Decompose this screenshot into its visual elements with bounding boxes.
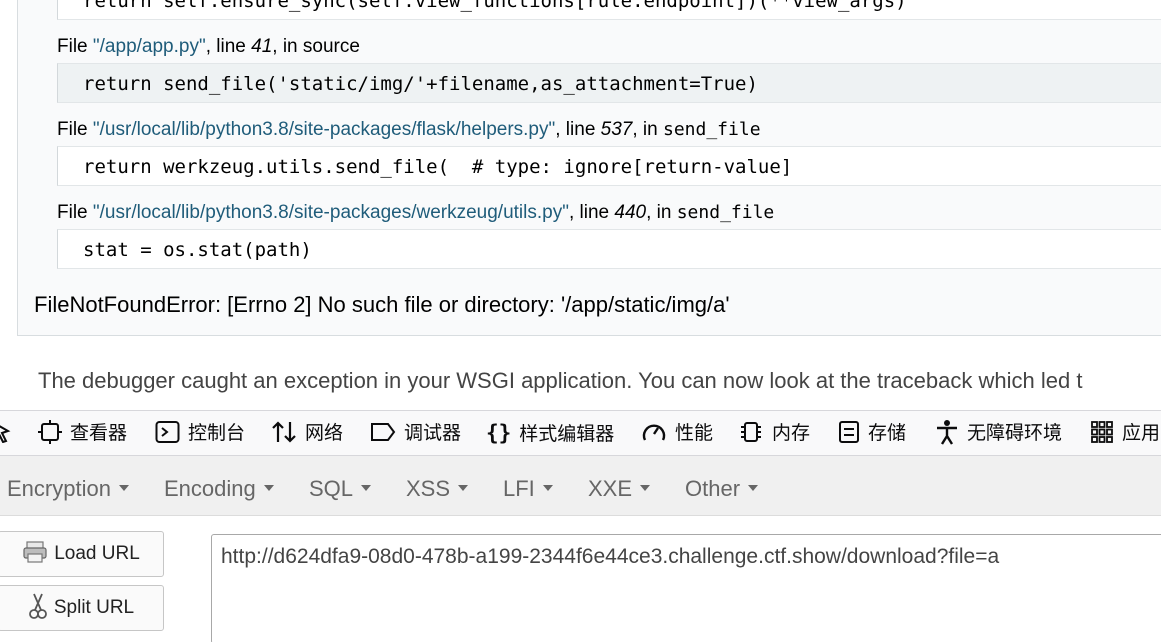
frame-function: send_file: [676, 202, 775, 223]
storage-icon: [839, 420, 859, 443]
frame-function: send_file: [663, 119, 761, 140]
frame-lineno: 440: [614, 202, 647, 223]
menu-label: LFI: [503, 476, 535, 501]
line-label: , line: [555, 119, 601, 140]
line-label: , line: [568, 202, 615, 223]
network-icon: [272, 420, 296, 443]
tab-accessibility[interactable]: 无障碍环境: [935, 411, 1062, 455]
menu-label: XXE: [588, 476, 633, 501]
hackbar-body: Load URL Split URL http://d624dfa9-08d0-…: [0, 516, 1161, 642]
frame-lineno: 41: [251, 36, 273, 57]
debugger-icon: [371, 422, 396, 441]
hackbar-menu: Encryption Encoding SQL XSS LFI XXE Othe…: [0, 456, 1161, 516]
tab-memory[interactable]: 内存: [738, 411, 810, 455]
tab-label: 存储: [868, 422, 907, 444]
menu-label: SQL: [309, 476, 354, 501]
caret-down-icon: [458, 485, 469, 492]
code-line-flask-helpers[interactable]: return werkzeug.utils.send_file( # type:…: [57, 146, 1161, 186]
code-line-werkzeug-utils[interactable]: stat = os.stat(path): [57, 229, 1161, 269]
console-icon: [155, 420, 180, 443]
caret-down-icon: [542, 485, 553, 492]
frame-header-app: File "/app/app.py", line 41, in source: [57, 36, 360, 58]
tab-label: 调试器: [404, 422, 462, 444]
tab-storage[interactable]: 存储: [838, 411, 906, 455]
exception-message: FileNotFoundError: [Errno 2] No such fil…: [34, 292, 730, 317]
menu-label: Encryption: [7, 476, 111, 501]
load-url-icon: [23, 541, 47, 563]
caret-down-icon: [263, 485, 274, 492]
menu-encryption[interactable]: Encryption: [7, 456, 129, 516]
button-label: Load URL: [54, 543, 140, 564]
menu-encoding[interactable]: Encoding: [164, 456, 274, 516]
devtools-toolbar: 查看器 控制台 网络 调试器 {} 样式编辑器 性能 内存 存储 无障碍环境 应用: [0, 410, 1161, 456]
tab-label: 无障碍环境: [967, 422, 1063, 444]
frame-path[interactable]: "/usr/local/lib/python3.8/site-packages/…: [93, 119, 555, 140]
application-icon: [1091, 420, 1113, 443]
code-line-app[interactable]: return send_file('static/img/'+filename,…: [57, 63, 1161, 103]
tab-console[interactable]: 控制台: [155, 411, 245, 455]
line-label: , line: [205, 36, 252, 57]
in-label: , in: [632, 119, 663, 140]
url-textarea[interactable]: http://d624dfa9-08d0-478b-a199-2344f6e44…: [211, 534, 1161, 642]
tab-label: 查看器: [70, 422, 128, 444]
tab-inspector[interactable]: 查看器: [38, 411, 127, 455]
debugger-explanation: The debugger caught an exception in your…: [38, 368, 1083, 393]
menu-label: Encoding: [164, 476, 256, 501]
split-url-button[interactable]: Split URL: [0, 585, 164, 631]
tab-network[interactable]: 网络: [271, 411, 343, 455]
menu-sql[interactable]: SQL: [309, 456, 372, 516]
style-editor-icon: {}: [486, 421, 512, 445]
tab-label: 性能: [675, 422, 714, 444]
tab-style-editor[interactable]: {} 样式编辑器: [486, 411, 614, 455]
file-label: File: [57, 119, 93, 140]
frame-header-flask-helpers: File "/usr/local/lib/python3.8/site-pack…: [57, 119, 761, 141]
scissors-icon: [28, 593, 47, 619]
file-label: File: [57, 202, 93, 223]
menu-label: Other: [685, 476, 741, 501]
tab-application[interactable]: 应用: [1090, 411, 1160, 455]
menu-xxe[interactable]: XXE: [588, 456, 651, 516]
frame-header-werkzeug-utils: File "/usr/local/lib/python3.8/site-pack…: [57, 202, 774, 224]
in-label: , in: [646, 202, 677, 223]
frame-function: source: [302, 36, 360, 57]
frame-path[interactable]: "/app/app.py": [93, 36, 206, 57]
caret-down-icon: [640, 485, 651, 492]
accessibility-icon: [937, 419, 957, 445]
caret-down-icon: [748, 485, 759, 492]
menu-xss[interactable]: XSS: [406, 456, 469, 516]
menu-other[interactable]: Other: [685, 456, 759, 516]
memory-icon: [741, 421, 761, 442]
tab-label: 内存: [772, 422, 811, 444]
tab-performance[interactable]: 性能: [641, 411, 713, 455]
tab-label: 样式编辑器: [519, 423, 615, 445]
tab-debugger[interactable]: 调试器: [370, 411, 461, 455]
load-url-button[interactable]: Load URL: [0, 531, 164, 577]
menu-lfi[interactable]: LFI: [503, 456, 553, 516]
tab-label: 网络: [305, 422, 344, 444]
caret-down-icon: [361, 485, 372, 492]
pick-element-button[interactable]: [0, 411, 20, 455]
tab-label: 控制台: [188, 422, 246, 444]
in-label: , in: [272, 36, 303, 57]
code-line-top: return self.ensure_sync(self.view_functi…: [57, 0, 1161, 20]
tab-label: 应用: [1122, 422, 1161, 444]
caret-down-icon: [118, 485, 129, 492]
inspector-icon: [38, 419, 62, 444]
frame-lineno: 537: [600, 119, 633, 140]
button-label: Split URL: [53, 597, 135, 618]
menu-label: XSS: [406, 476, 451, 501]
performance-icon: [642, 423, 666, 441]
frame-path[interactable]: "/usr/local/lib/python3.8/site-packages/…: [93, 202, 569, 223]
pick-element-icon: [0, 424, 11, 443]
file-label: File: [57, 36, 93, 57]
